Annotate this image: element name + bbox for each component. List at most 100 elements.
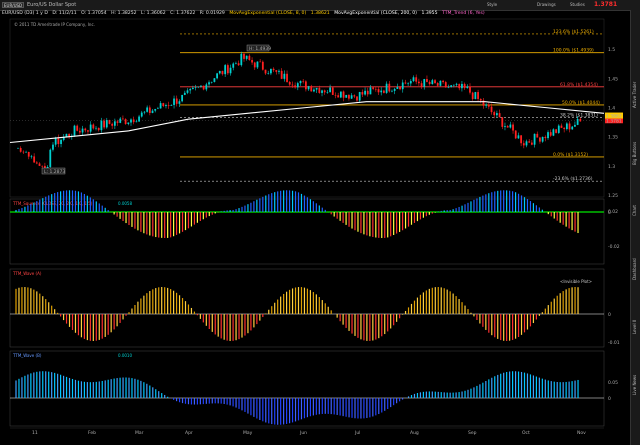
candle-body [226,65,229,74]
candle-body [307,86,310,90]
candle-body [286,73,288,82]
candle-body [493,112,496,116]
candle-body [213,78,216,82]
candle-body [525,141,528,146]
candle-body [25,151,27,153]
candle-body [431,80,434,85]
candle-body [132,119,135,123]
side-tab-big-buttons[interactable]: Big Buttons [632,128,640,178]
candle-body [358,92,361,101]
candle-body [530,142,533,145]
candle-body [318,87,321,93]
candle-body [560,125,563,128]
candle-body [38,163,41,166]
candle-body [140,112,143,117]
candle-body [84,128,87,131]
candle-body [148,107,151,113]
candle-body [372,87,375,89]
candle-body [334,94,337,96]
candle-body [159,103,162,109]
candle-body [536,133,539,138]
candle-body [420,83,423,87]
side-tab-level-ii[interactable]: Level II [632,302,640,352]
high-annotation: H: 1.4939 [249,46,271,52]
candle-body [498,113,501,118]
candle-body [216,73,218,79]
candle-body [391,90,393,92]
price-axis-tick: 1.45 [608,76,618,82]
candle-body [205,84,208,90]
candle-body [264,69,267,74]
candle-body [122,118,124,120]
candle-body [412,77,415,82]
candle-body [189,88,192,91]
candle-body [469,86,471,93]
candle-body [57,137,60,144]
candle-body [183,92,186,95]
candle-body [533,133,536,145]
candle-body [313,89,315,92]
candle-body [283,73,286,79]
candle-body [442,80,444,83]
candle-body [396,87,399,89]
candle-body [157,108,159,110]
candle-body [237,63,240,66]
candle-body [272,68,275,71]
candle-body [407,83,410,85]
candle-body [383,90,385,93]
low-annotation: L: 1.2873 [44,169,65,175]
candle-body [170,104,173,106]
candle-body [485,104,488,106]
indicator-axis-tick: 0 [608,210,611,216]
candle-body [522,143,525,146]
candle-body [253,62,256,68]
fib-level-label: 38.2% ($1.3831) [560,112,598,118]
candle-body [374,88,377,90]
candle-body [76,125,79,131]
candle-body [232,63,235,68]
candle-body [348,94,350,99]
candle-body [296,83,299,88]
candle-body [218,71,221,74]
candle-body [124,119,127,124]
candle-body [35,162,38,164]
candle-body [423,79,426,87]
fib-level-label: 100.0% ($1.4939) [553,48,594,54]
candle-body [571,126,574,130]
x-axis-label: 11 [32,430,38,436]
side-tab-chart[interactable]: Chart [632,186,640,236]
candle-body [563,127,566,130]
candle-body [428,81,431,85]
candle-body [251,60,253,63]
candle-body [27,151,30,157]
side-tab-active-trader[interactable]: Active Trader [632,70,640,120]
price-axis-tick: 1.25 [608,193,618,199]
candle-body [291,84,294,86]
candle-body [103,120,105,128]
candle-body [60,139,62,144]
candle-body [415,77,418,82]
candle-body [315,87,318,90]
candle-body [202,85,205,90]
candle-body [138,116,140,122]
chart-canvas[interactable]: 123.6% ($1.5261) 100.0% ($1.4939) 61.8% ($… [0,0,630,445]
candle-body [100,120,103,131]
candle-body [547,132,549,139]
candle-body [259,61,262,63]
candle-body [452,84,455,86]
candle-body [409,81,412,84]
candle-body [466,86,469,89]
candle-body [463,83,466,89]
x-axis-label: Apr [185,430,193,436]
candle-body [579,118,582,122]
candle-body [520,135,523,144]
candle-body [194,87,197,88]
candle-body [240,53,243,66]
candle-body [565,123,568,130]
candle-body [111,123,114,126]
side-tab-live-news[interactable]: Live News [632,360,640,410]
side-tab-dashboard[interactable]: Dashboard [632,244,640,294]
candle-body [270,68,272,74]
indicator-value: 0.0010 [118,353,132,358]
candle-body [388,83,391,92]
